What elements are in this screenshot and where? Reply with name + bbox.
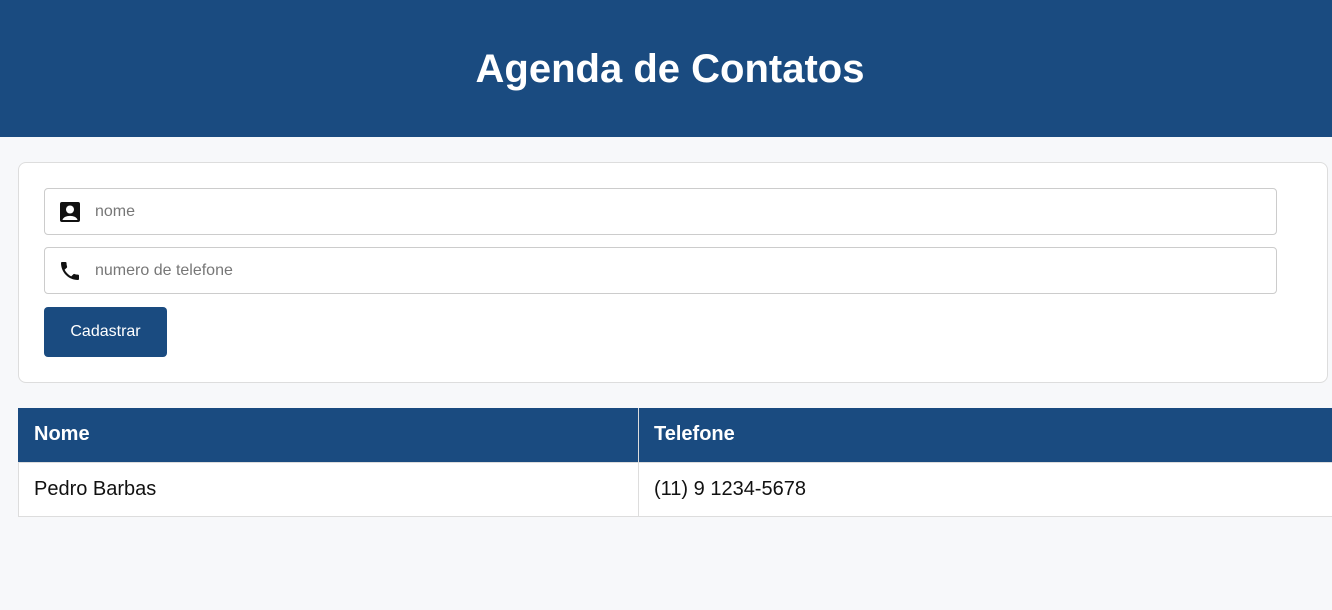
table-body: Pedro Barbas (11) 9 1234-5678 xyxy=(18,461,1332,517)
name-input[interactable] xyxy=(95,189,1276,234)
phone-field[interactable] xyxy=(44,247,1277,294)
contact-name-cell: Pedro Barbas xyxy=(18,461,639,517)
table-header: Nome Telefone xyxy=(18,408,1332,463)
phone-icon xyxy=(45,248,95,293)
phone-input[interactable] xyxy=(95,248,1276,293)
page-header: Agenda de Contatos xyxy=(0,0,1332,137)
contact-phone-cell: (11) 9 1234-5678 xyxy=(638,461,1332,517)
contacts-table: Nome Telefone Pedro Barbas (11) 9 1234-5… xyxy=(18,408,1332,517)
contact-person-icon xyxy=(45,189,95,234)
name-field[interactable] xyxy=(44,188,1277,235)
table-row: Pedro Barbas (11) 9 1234-5678 xyxy=(18,461,1332,517)
column-header-telefone: Telefone xyxy=(638,408,1332,463)
contacts-table-container: Nome Telefone Pedro Barbas (11) 9 1234-5… xyxy=(18,408,1332,517)
page-title: Agenda de Contatos xyxy=(475,46,865,91)
contact-form: Cadastrar xyxy=(18,162,1328,383)
table-header-row: Nome Telefone xyxy=(18,408,1332,463)
column-header-nome: Nome xyxy=(18,408,639,463)
cadastrar-button[interactable]: Cadastrar xyxy=(44,307,167,357)
